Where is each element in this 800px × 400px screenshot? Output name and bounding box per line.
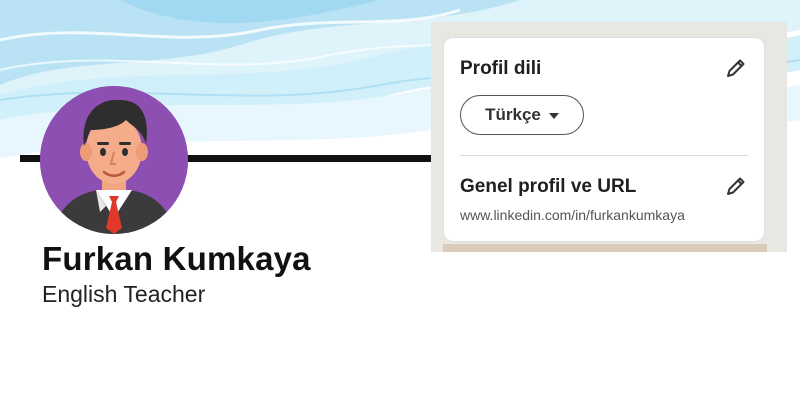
profile-url-text[interactable]: www.linkedin.com/in/furkankumkaya: [460, 207, 685, 223]
public-profile-url-heading: Genel profil ve URL: [460, 176, 637, 197]
profile-headline: English Teacher: [42, 281, 206, 307]
pencil-icon[interactable]: [724, 56, 748, 80]
profile-name: Furkan Kumkaya: [42, 240, 311, 277]
language-select-label: Türkçe: [485, 105, 541, 124]
caret-down-icon: [548, 113, 559, 119]
pencil-icon[interactable]: [724, 174, 748, 198]
avatar[interactable]: [40, 86, 188, 234]
profile-settings-card: Profil dili Türkçe Genel profil ve URL w…: [443, 37, 765, 242]
language-select-button[interactable]: Türkçe: [460, 95, 584, 135]
card-separator: [460, 155, 748, 156]
profile-language-heading: Profil dili: [460, 58, 542, 79]
panel-bottom-strip: [443, 244, 767, 252]
